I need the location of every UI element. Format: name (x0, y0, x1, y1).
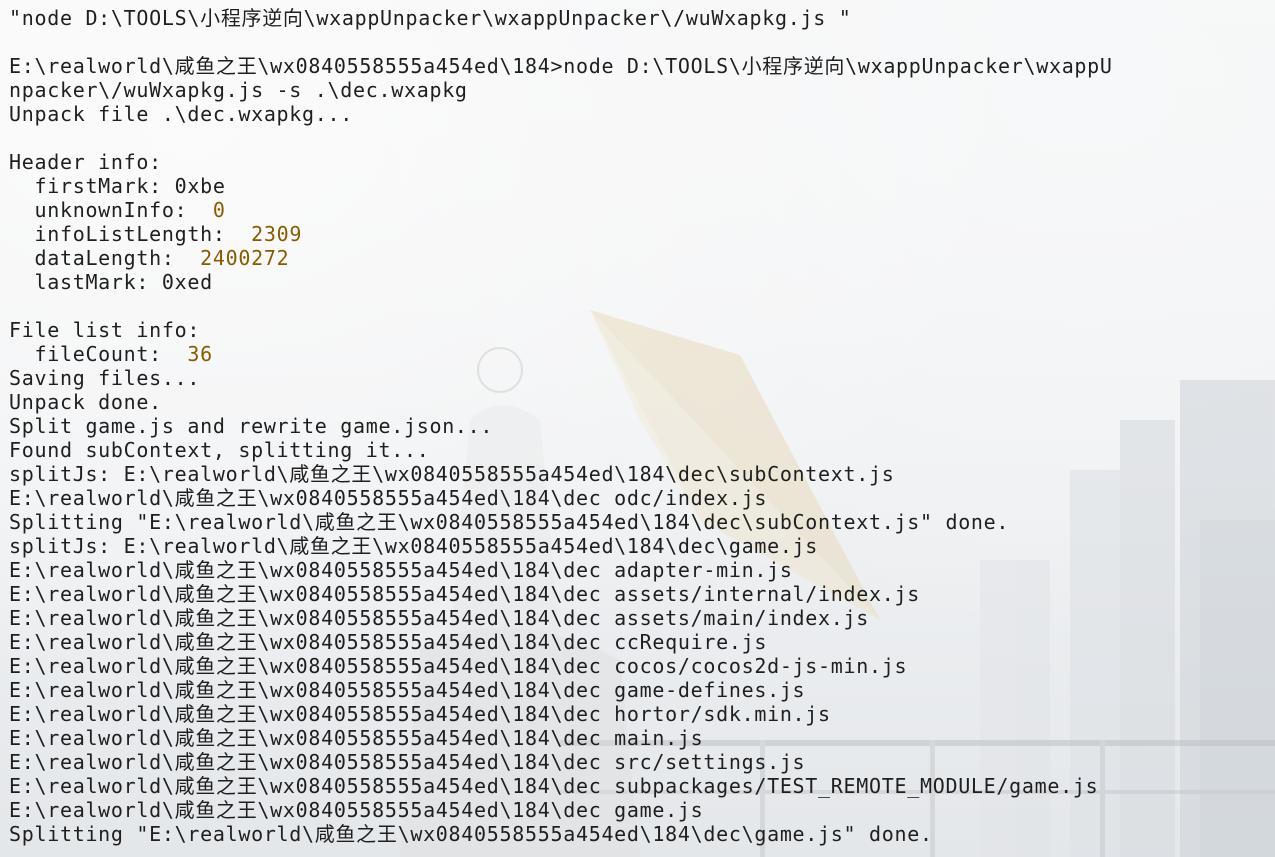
terminal-line: splitJs: E:\realworld\咸鱼之王\wx0840558555a… (9, 534, 1269, 558)
line-text: fileCount: (9, 342, 188, 366)
line-text: E:\realworld\咸鱼之王\wx0840558555a454ed\184… (9, 630, 768, 654)
terminal-line: E:\realworld\咸鱼之王\wx0840558555a454ed\184… (9, 774, 1269, 798)
terminal-line: E:\realworld\咸鱼之王\wx0840558555a454ed\184… (9, 582, 1269, 606)
terminal-line: infoListLength: 2309 (9, 222, 1269, 246)
terminal-line: Splitting "E:\realworld\咸鱼之王\wx084055855… (9, 510, 1269, 534)
line-text: E:\realworld\咸鱼之王\wx0840558555a454ed\184… (9, 654, 908, 678)
line-text: E:\realworld\咸鱼之王\wx0840558555a454ed\184… (9, 678, 806, 702)
terminal-line: Splitting "E:\realworld\咸鱼之王\wx084055855… (9, 822, 1269, 846)
line-text: E:\realworld\咸鱼之王\wx0840558555a454ed\184… (9, 582, 920, 606)
terminal-line: E:\realworld\咸鱼之王\wx0840558555a454ed\184… (9, 726, 1269, 750)
line-text: Header info: (9, 150, 162, 174)
numeric-value: 2400272 (200, 246, 290, 270)
terminal-line: dataLength: 2400272 (9, 246, 1269, 270)
terminal-line: E:\realworld\咸鱼之王\wx0840558555a454ed\184… (9, 630, 1269, 654)
line-text: E:\realworld\咸鱼之王\wx0840558555a454ed\184… (9, 774, 1099, 798)
terminal-line: npacker\/wuWxapkg.js -s .\dec.wxapkg (9, 78, 1269, 102)
line-text: Found subContext, splitting it... (9, 438, 430, 462)
terminal-line: E:\realworld\咸鱼之王\wx0840558555a454ed\184… (9, 750, 1269, 774)
line-text: Unpack file .\dec.wxapkg... (9, 102, 354, 126)
line-text: E:\realworld\咸鱼之王\wx0840558555a454ed\184… (9, 798, 704, 822)
line-text: dataLength: (9, 246, 201, 270)
line-text: E:\realworld\咸鱼之王\wx0840558555a454ed\184… (9, 726, 704, 750)
terminal-line: E:\realworld\咸鱼之王\wx0840558555a454ed\184… (9, 54, 1269, 78)
terminal-line: E:\realworld\咸鱼之王\wx0840558555a454ed\184… (9, 678, 1269, 702)
line-text: splitJs: E:\realworld\咸鱼之王\wx0840558555a… (9, 534, 819, 558)
terminal-line: E:\realworld\咸鱼之王\wx0840558555a454ed\184… (9, 486, 1269, 510)
line-text: splitJs: E:\realworld\咸鱼之王\wx0840558555a… (9, 462, 895, 486)
terminal-line: File list info: (9, 318, 1269, 342)
terminal-line: Unpack file .\dec.wxapkg... (9, 102, 1269, 126)
terminal-line: Saving files... (9, 366, 1269, 390)
terminal-line: E:\realworld\咸鱼之王\wx0840558555a454ed\184… (9, 702, 1269, 726)
line-text: infoListLength: (9, 222, 252, 246)
terminal-line: fileCount: 36 (9, 342, 1269, 366)
numeric-value: 0 (212, 198, 226, 222)
terminal-line: firstMark: 0xbe (9, 174, 1269, 198)
terminal-line: Split game.js and rewrite game.json... (9, 414, 1269, 438)
line-text: Unpack done. (9, 390, 162, 414)
line-text: E:\realworld\咸鱼之王\wx0840558555a454ed\184… (9, 54, 1113, 78)
line-text: npacker\/wuWxapkg.js -s .\dec.wxapkg (9, 78, 468, 102)
terminal-line: splitJs: E:\realworld\咸鱼之王\wx0840558555a… (9, 462, 1269, 486)
numeric-value: 2309 (251, 222, 303, 246)
line-text: Split game.js and rewrite game.json... (9, 414, 494, 438)
line-text: unknownInfo: (9, 198, 213, 222)
terminal-line: E:\realworld\咸鱼之王\wx0840558555a454ed\184… (9, 654, 1269, 678)
line-text: E:\realworld\咸鱼之王\wx0840558555a454ed\184… (9, 606, 870, 630)
terminal-line: Unpack done. (9, 390, 1269, 414)
terminal-line: unknownInfo: 0 (9, 198, 1269, 222)
line-text: "node D:\TOOLS\小程序逆向\wxappUnpacker\wxapp… (9, 6, 852, 30)
line-text: E:\realworld\咸鱼之王\wx0840558555a454ed\184… (9, 486, 768, 510)
terminal-output[interactable]: "node D:\TOOLS\小程序逆向\wxappUnpacker\wxapp… (9, 6, 1269, 846)
line-text: Saving files... (9, 366, 201, 390)
terminal-line: E:\realworld\咸鱼之王\wx0840558555a454ed\184… (9, 798, 1269, 822)
numeric-value: 36 (187, 342, 213, 366)
terminal-line: "node D:\TOOLS\小程序逆向\wxappUnpacker\wxapp… (9, 6, 1269, 30)
line-text: lastMark: 0xed (9, 270, 213, 294)
line-text: E:\realworld\咸鱼之王\wx0840558555a454ed\184… (9, 702, 831, 726)
line-text: Splitting "E:\realworld\咸鱼之王\wx084055855… (9, 510, 1010, 534)
terminal-line: E:\realworld\咸鱼之王\wx0840558555a454ed\184… (9, 558, 1269, 582)
line-text: firstMark: 0xbe (9, 174, 226, 198)
line-text: E:\realworld\咸鱼之王\wx0840558555a454ed\184… (9, 750, 806, 774)
terminal-line: lastMark: 0xed (9, 270, 1269, 294)
line-text: File list info: (9, 318, 201, 342)
line-text: E:\realworld\咸鱼之王\wx0840558555a454ed\184… (9, 558, 793, 582)
line-text: Splitting "E:\realworld\咸鱼之王\wx084055855… (9, 822, 933, 846)
terminal-line: Header info: (9, 150, 1269, 174)
terminal-line: Found subContext, splitting it... (9, 438, 1269, 462)
terminal-line: E:\realworld\咸鱼之王\wx0840558555a454ed\184… (9, 606, 1269, 630)
